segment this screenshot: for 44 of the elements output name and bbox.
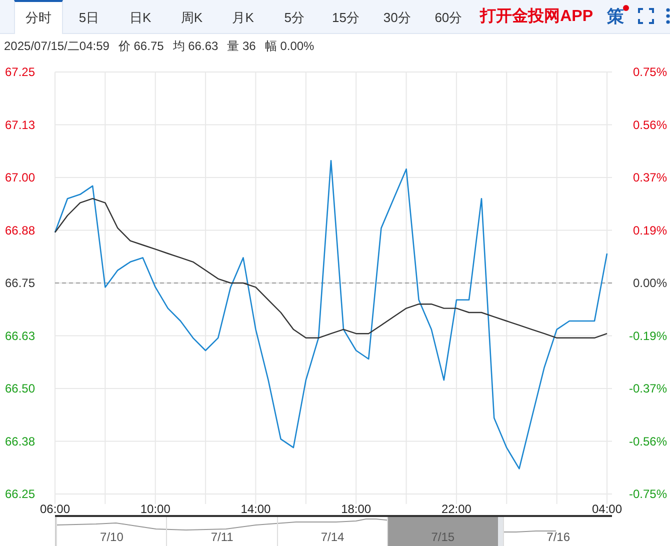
app-promo-link[interactable]: 打开金投网APP — [480, 6, 594, 27]
period-tab[interactable]: 30分 — [371, 0, 423, 34]
x-axis-label: 22:00 — [441, 502, 472, 516]
y-axis-label: 66.38 — [5, 434, 36, 449]
y-axis-label: 66.50 — [5, 382, 36, 396]
y-axis-label: 66.25 — [5, 487, 36, 502]
y-axis-label: 67.25 — [5, 65, 36, 80]
period-tab[interactable]: 月K — [217, 0, 269, 34]
x-axis-label: 10:00 — [140, 502, 170, 516]
period-tab[interactable]: 15分 — [320, 0, 372, 34]
period-tab[interactable]: 5日 — [63, 0, 115, 34]
navigator-date[interactable]: 7/10 — [56, 517, 166, 546]
percent-axis-label: 0.19% — [632, 224, 667, 238]
y-axis-label: 66.63 — [5, 329, 36, 344]
period-tab[interactable]: 5分 — [268, 0, 320, 34]
x-axis-label: 18:00 — [341, 502, 372, 516]
percent-axis-label: -0.37% — [628, 382, 667, 396]
y-axis-label: 66.75 — [5, 276, 36, 290]
navigator-date[interactable]: 7/16 — [502, 517, 614, 546]
percent-axis-label: -0.75% — [628, 487, 667, 502]
period-tab[interactable]: 周K — [166, 0, 218, 34]
percent-axis-label: -0.19% — [628, 329, 667, 344]
period-tab[interactable]: 60分 — [422, 0, 474, 34]
percent-axis-label: 0.37% — [632, 170, 667, 185]
percent-axis-label: 0.75% — [632, 65, 667, 80]
period-tab[interactable]: 日K — [114, 0, 166, 34]
quote-field: 均 66.63 — [172, 38, 218, 55]
y-axis-label: 67.13 — [5, 118, 36, 132]
quote-field: 幅 0.00% — [264, 38, 314, 55]
percent-axis-label: 0.00% — [632, 276, 667, 290]
y-axis-label: 66.88 — [5, 224, 36, 238]
x-axis-label: 04:00 — [592, 502, 622, 516]
x-axis-label: 06:00 — [40, 502, 70, 516]
quote-field: 量 36 — [227, 38, 256, 55]
y-axis-label: 67.00 — [5, 170, 36, 185]
period-tab[interactable]: 分时 — [14, 0, 64, 34]
time-navigator[interactable]: 7/10 7/11 7/14 7/15 7/16 — [55, 517, 613, 546]
navigator-date[interactable]: 7/11 — [166, 517, 277, 546]
percent-axis-label: -0.56% — [628, 434, 667, 449]
x-axis-label: 14:00 — [240, 502, 271, 516]
percent-axis-label: 0.56% — [632, 118, 667, 132]
quote-field: 价 66.75 — [118, 38, 164, 55]
strategy-button[interactable]: 策 — [605, 0, 626, 33]
datetime-text: 2025/07/15/二04:59 — [4, 38, 110, 55]
